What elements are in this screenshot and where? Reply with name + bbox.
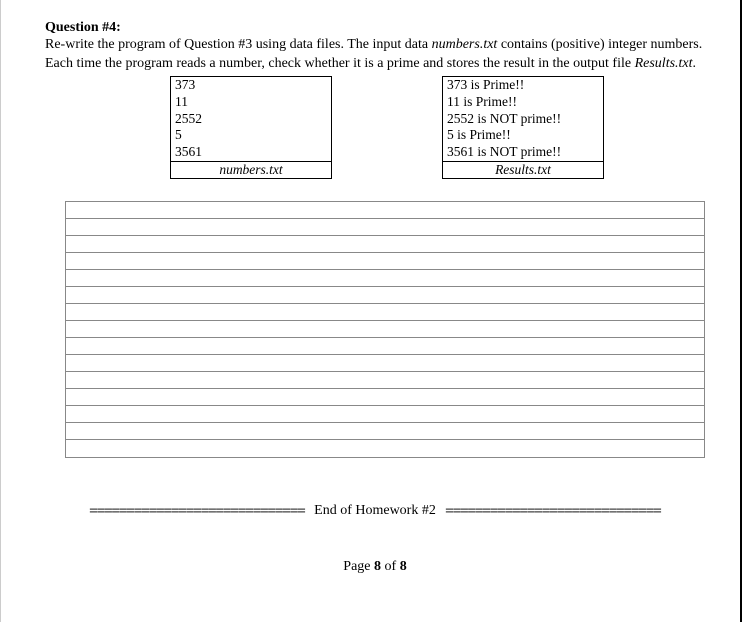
answer-line [66, 321, 704, 338]
file-line: 373 [175, 77, 327, 94]
answer-lined-area [65, 201, 705, 458]
file-line: 11 is Prime!! [447, 94, 599, 111]
footer-current: 8 [374, 559, 381, 574]
file-line: 3561 [175, 144, 327, 161]
file-box-results: 373 is Prime!! 11 is Prime!! 2552 is NOT… [442, 76, 604, 179]
file-line: 2552 [175, 111, 327, 128]
file-box-numbers: 373 11 2552 5 3561 numbers.txt [170, 76, 332, 179]
answer-line [66, 440, 704, 457]
answer-line [66, 287, 704, 304]
answer-line [66, 372, 704, 389]
answer-line [66, 406, 704, 423]
answer-line [66, 389, 704, 406]
question-title: Question #4: [45, 20, 705, 36]
page-footer: Page 8 of 8 [45, 559, 705, 575]
body-post: . [693, 56, 697, 71]
file-line: 2552 is NOT prime!! [447, 111, 599, 128]
answer-line [66, 304, 704, 321]
file-results-caption: Results.txt [443, 161, 603, 178]
footer-total: 8 [400, 559, 407, 574]
file-line: 5 [175, 127, 327, 144]
file1-name: numbers.txt [432, 37, 498, 52]
file2-name: Results.txt [635, 56, 693, 71]
file-line: 3561 is NOT prime!! [447, 144, 599, 161]
answer-line [66, 270, 704, 287]
file-numbers-caption: numbers.txt [171, 161, 331, 178]
answer-line [66, 338, 704, 355]
answer-line [66, 423, 704, 440]
end-label: End of Homework #2 [312, 503, 438, 519]
footer-pre: Page [343, 559, 374, 574]
file-line: 5 is Prime!! [447, 127, 599, 144]
footer-mid: of [381, 559, 400, 574]
answer-line [66, 219, 704, 236]
question-body: Re-write the program of Question #3 usin… [45, 36, 705, 74]
answer-line [66, 236, 704, 253]
files-row: 373 11 2552 5 3561 numbers.txt 373 is Pr… [45, 76, 705, 179]
file-line: 373 is Prime!! [447, 77, 599, 94]
file-numbers-content: 373 11 2552 5 3561 [171, 77, 331, 161]
end-dashes-right: ============================= [438, 503, 661, 519]
question-block: Question #4: Re-write the program of Que… [45, 20, 705, 74]
answer-line [66, 202, 704, 219]
file-line: 11 [175, 94, 327, 111]
answer-line [66, 355, 704, 372]
end-dashes-left: ============================= [89, 503, 312, 519]
body-pre: Re-write the program of Question #3 usin… [45, 37, 432, 52]
file-results-content: 373 is Prime!! 11 is Prime!! 2552 is NOT… [443, 77, 603, 161]
end-of-homework: ============================= End of Hom… [45, 503, 705, 519]
answer-line [66, 253, 704, 270]
